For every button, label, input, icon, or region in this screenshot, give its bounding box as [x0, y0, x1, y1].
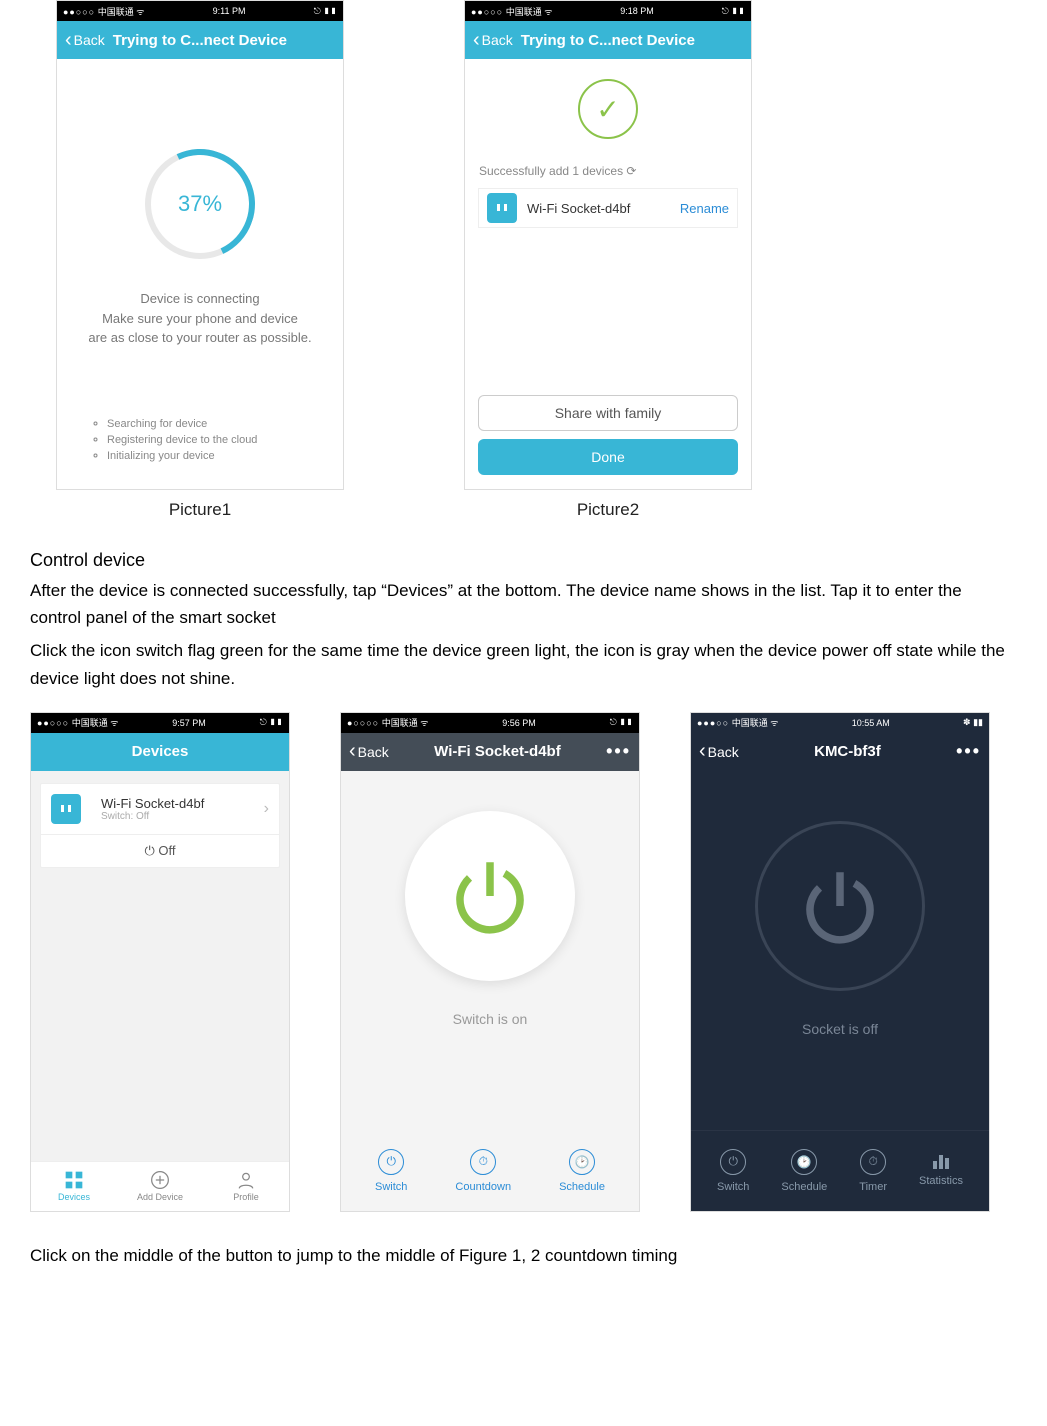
device-row[interactable]: Wi-Fi Socket-d4bf Rename [478, 188, 738, 228]
device-sub: Switch: Off [101, 811, 264, 822]
switch-icon: ⏻ [378, 1149, 404, 1175]
footer-text: Click on the middle of the button to jum… [30, 1242, 1017, 1269]
status-bar: ●●○○○ 中国联通 ᯤ 9:57 PM ⎋ ▮▮ [31, 713, 289, 733]
status-bar: ●●○○○ 中国联通 ᯤ 9:18 PM ⎋ ▮▮ [465, 1, 751, 21]
tab-profile[interactable]: Profile [203, 1162, 289, 1211]
ctrl-switch[interactable]: ⏻Switch [375, 1149, 407, 1193]
screenshot-control-off: ●●●○○ 中国联通 ᯤ 10:55 AM ✽ ▮▮ ‹Back KMC-bf3… [690, 712, 990, 1212]
nav-title: Wi-Fi Socket-d4bf [389, 743, 606, 760]
section-para2: Click the icon switch flag green for the… [30, 637, 1017, 691]
steps-list: Searching for device Registering device … [57, 418, 257, 466]
caption-picture2: Picture2 [464, 500, 752, 520]
ctrl-countdown[interactable]: ⏱Countdown [455, 1149, 511, 1193]
power-button[interactable] [405, 811, 575, 981]
ctrl-schedule[interactable]: 🕑Schedule [781, 1149, 827, 1193]
tab-bar: Devices Add Device Profile [31, 1161, 289, 1211]
stats-icon [930, 1149, 952, 1169]
control-row: ⏻Switch 🕑Schedule ⏱Timer Statistics [691, 1130, 989, 1211]
ctrl-schedule[interactable]: 🕑Schedule [559, 1149, 605, 1193]
section-para1: After the device is connected successful… [30, 577, 1017, 631]
check-icon: ✓ [578, 79, 638, 139]
status-bar: ●○○○○ 中国联通 ᯤ 9:56 PM ⎋ ▮▮ [341, 713, 639, 733]
ctrl-statistics[interactable]: Statistics [919, 1149, 963, 1193]
switch-icon: ⏻ [720, 1149, 746, 1175]
device-name: Wi-Fi Socket-d4bf [101, 796, 264, 811]
chevron-left-icon: ‹ [699, 740, 706, 763]
device-name: Wi-Fi Socket-d4bf [527, 201, 680, 216]
nav-title: KMC-bf3f [739, 743, 956, 760]
screenshot-devices-list: ●●○○○ 中国联通 ᯤ 9:57 PM ⎋ ▮▮ Devices Wi-Fi … [30, 712, 290, 1212]
chevron-right-icon: › [264, 800, 269, 818]
rename-button[interactable]: Rename [680, 201, 729, 216]
nav-title: Trying to C...nect Device [65, 32, 335, 49]
screenshot-control-on: ●○○○○ 中国联通 ᯤ 9:56 PM ⎋ ▮▮ ‹Back Wi-Fi So… [340, 712, 640, 1212]
ctrl-switch[interactable]: ⏻Switch [717, 1149, 749, 1193]
nav-bar: ‹Back Trying to C...nect Device [57, 21, 343, 59]
status-bar: ●●○○○ 中国联通 ᯤ 9:11 PM ⎋ ▮▮ [57, 1, 343, 21]
back-button[interactable]: ‹Back [349, 740, 389, 763]
nav-bar: ‹Back Trying to C...nect Device [465, 21, 751, 59]
socket-icon [487, 193, 517, 223]
nav-title: Devices [132, 743, 189, 760]
nav-bar: ‹Back Wi-Fi Socket-d4bf ••• [341, 733, 639, 771]
power-icon [795, 861, 885, 951]
countdown-icon: ⏱ [470, 1149, 496, 1175]
schedule-icon: 🕑 [569, 1149, 595, 1175]
connecting-text: Device is connecting Make sure your phon… [78, 289, 321, 348]
tab-devices[interactable]: Devices [31, 1162, 117, 1211]
power-button[interactable] [755, 821, 925, 991]
tab-add-device[interactable]: Add Device [117, 1162, 203, 1211]
ctrl-timer[interactable]: ⏱Timer [859, 1149, 887, 1193]
switch-state: Socket is off [802, 1021, 878, 1037]
more-button[interactable]: ••• [606, 741, 631, 762]
profile-icon [236, 1170, 256, 1190]
power-icon [445, 851, 535, 941]
done-button[interactable]: Done [478, 439, 738, 475]
off-button[interactable]: ⏻ Off [41, 834, 279, 867]
schedule-icon: 🕑 [791, 1149, 817, 1175]
success-text: Successfully add 1 devices ⟳ [465, 164, 636, 178]
progress-ring: 37% [145, 149, 255, 259]
nav-title: Trying to C...nect Device [473, 32, 743, 49]
screenshot-success: ●●○○○ 中国联通 ᯤ 9:18 PM ⎋ ▮▮ ‹Back Trying t… [464, 0, 752, 490]
timer-icon: ⏱ [860, 1149, 886, 1175]
grid-icon [64, 1170, 84, 1190]
status-bar: ●●●○○ 中国联通 ᯤ 10:55 AM ✽ ▮▮ [691, 713, 989, 733]
switch-state: Switch is on [453, 1011, 528, 1027]
more-button[interactable]: ••• [956, 741, 981, 762]
device-card[interactable]: Wi-Fi Socket-d4bf Switch: Off › ⏻ Off [40, 783, 280, 868]
caption-picture1: Picture1 [56, 500, 344, 520]
back-button[interactable]: ‹Back [699, 740, 739, 763]
nav-bar: ‹Back KMC-bf3f ••• [691, 733, 989, 771]
nav-bar: Devices [31, 733, 289, 771]
socket-icon [51, 794, 81, 824]
section-title: Control device [30, 550, 1017, 571]
screenshot-connecting: ●●○○○ 中国联通 ᯤ 9:11 PM ⎋ ▮▮ ‹Back Trying t… [56, 0, 344, 490]
control-row: ⏻Switch ⏱Countdown 🕑Schedule [341, 1131, 639, 1211]
chevron-left-icon: ‹ [349, 740, 356, 763]
plus-icon [150, 1170, 170, 1190]
share-button[interactable]: Share with family [478, 395, 738, 431]
progress-text: 37% [178, 191, 222, 217]
